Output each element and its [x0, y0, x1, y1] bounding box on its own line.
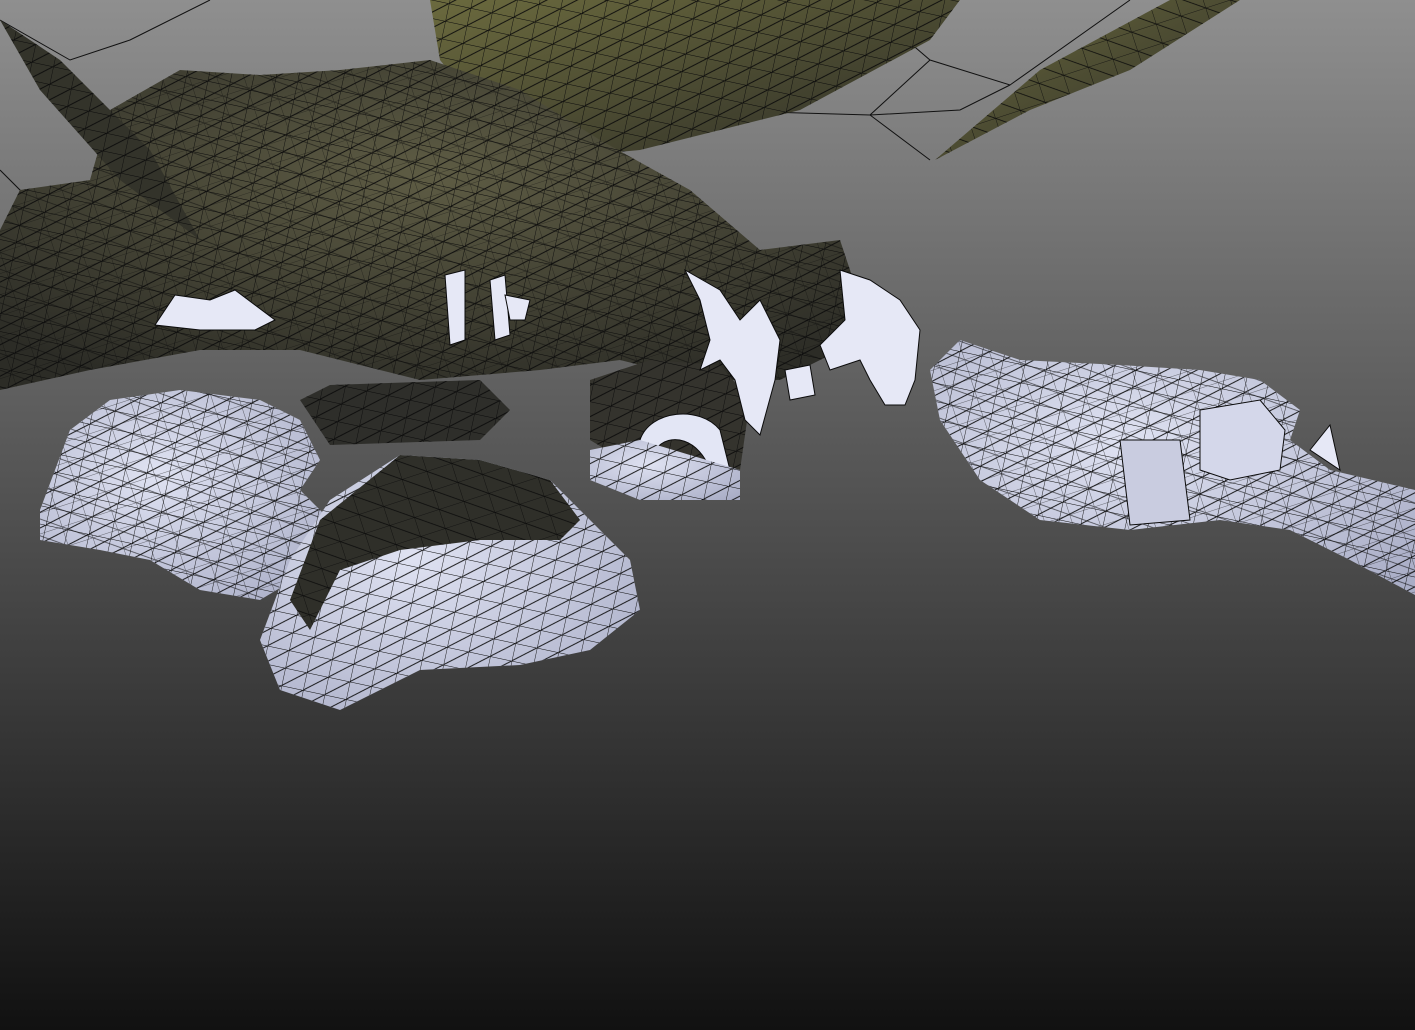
3d-viewport[interactable]: [0, 0, 1415, 1030]
scene-canvas[interactable]: [0, 0, 1415, 1030]
